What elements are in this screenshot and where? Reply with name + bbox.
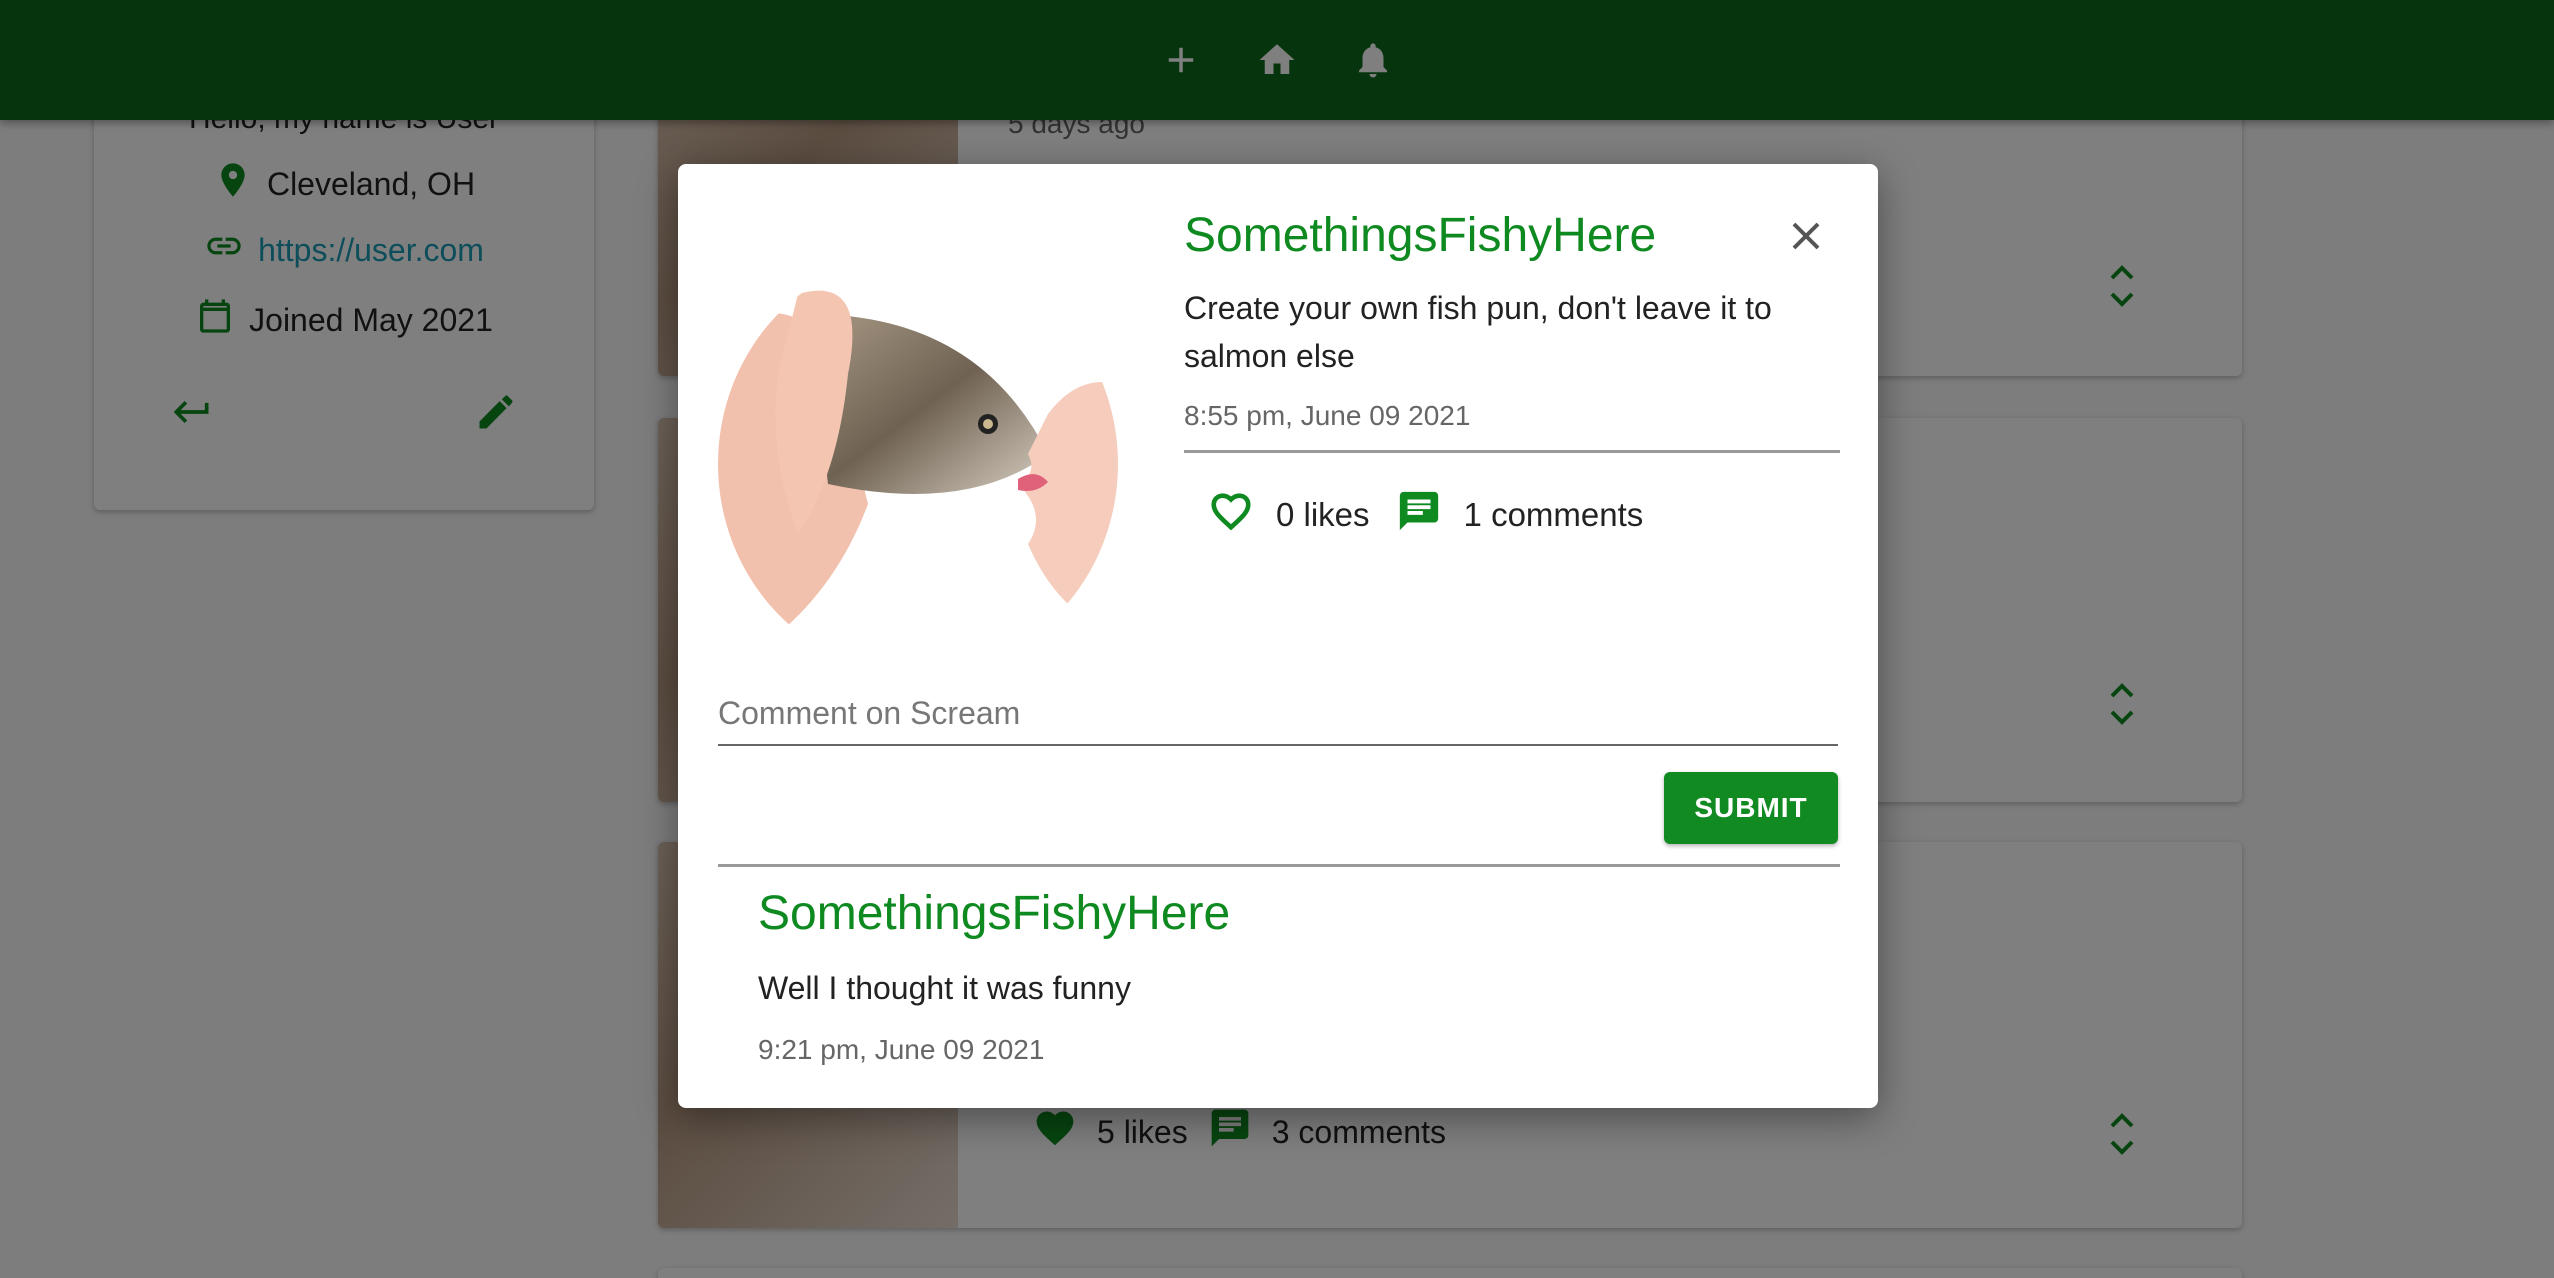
submit-comment-button[interactable]: SUBMIT bbox=[1664, 772, 1838, 844]
scream-body: Create your own fish pun, don't leave it… bbox=[1184, 290, 1772, 374]
like-button[interactable] bbox=[1208, 488, 1254, 542]
comments-count: 1 comments bbox=[1463, 496, 1644, 533]
comments-button[interactable] bbox=[1396, 488, 1442, 542]
scream-dialog: SomethingsFishyHere Create your own fish… bbox=[678, 164, 1878, 1108]
scream-user-link[interactable]: SomethingsFishyHere bbox=[1184, 208, 1656, 263]
close-dialog-button[interactable] bbox=[1786, 216, 1826, 256]
scream-stats: 0 likes 1 comments bbox=[1208, 488, 1643, 542]
likes-count: 0 likes bbox=[1276, 496, 1370, 533]
comment-body: Well I thought it was funny bbox=[758, 970, 1131, 1006]
comment-user-link[interactable]: SomethingsFishyHere bbox=[758, 886, 1230, 941]
scream-image bbox=[718, 254, 1118, 674]
chat-icon bbox=[1399, 491, 1438, 531]
close-icon bbox=[1792, 222, 1820, 250]
comment-date: 9:21 pm, June 09 2021 bbox=[758, 1034, 1045, 1065]
scream-date: 8:55 pm, June 09 2021 bbox=[1184, 400, 1471, 431]
divider bbox=[718, 864, 1840, 867]
divider bbox=[1184, 450, 1840, 453]
comment-input[interactable] bbox=[718, 682, 1838, 746]
favorite-border-icon bbox=[1211, 493, 1251, 531]
